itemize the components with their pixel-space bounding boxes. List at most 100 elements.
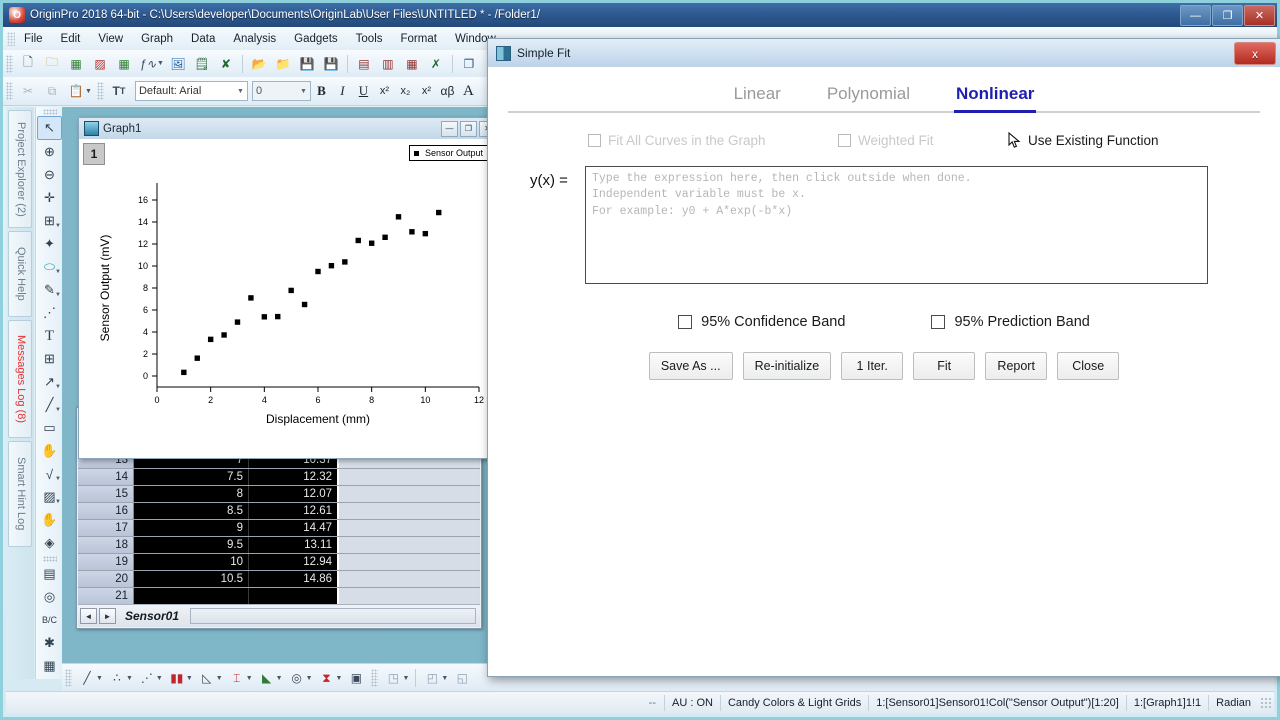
worksheet-horizontal-scrollbar[interactable] — [190, 608, 476, 624]
table-row[interactable]: 21 — [78, 588, 480, 605]
table-row[interactable]: 18 9.5 13.11 — [78, 537, 480, 554]
close-window-button[interactable]: ✕ — [1244, 5, 1275, 26]
sheet-next-button[interactable]: ► — [99, 608, 116, 624]
graph-minimize-button[interactable]: — — [441, 120, 458, 137]
cell-displacement[interactable] — [134, 588, 249, 604]
column-plot-icon[interactable]: ▮▮ — [166, 668, 188, 689]
greek-button[interactable]: αβ — [437, 81, 458, 101]
save-as-button[interactable]: Save As ... — [648, 352, 733, 380]
status-selection[interactable]: 1:[Sensor01]Sensor01!Col("Sensor Output"… — [868, 695, 1126, 711]
use-existing-function-label[interactable]: Use Existing Function — [1028, 133, 1159, 148]
menu-item-edit[interactable]: Edit — [52, 30, 90, 48]
menu-item-analysis[interactable]: Analysis — [224, 30, 285, 48]
one-iteration-button[interactable]: 1 Iter. — [841, 352, 904, 380]
scatter-plot-icon[interactable]: ∴ — [106, 668, 128, 689]
save-project-icon[interactable]: 💾 — [296, 53, 318, 74]
table-tool-icon[interactable]: ▦ — [38, 655, 61, 677]
prediction-band-checkbox[interactable] — [931, 315, 946, 329]
prediction-band-option[interactable]: 95% Prediction Band — [931, 314, 1090, 330]
cell-sensor-output[interactable]: 12.61 — [249, 503, 339, 519]
draw-data-tool-icon[interactable]: ✎ ▼ — [38, 279, 61, 301]
graph-tool-icon[interactable]: ▨ ▼ — [38, 486, 61, 508]
close-button[interactable]: Close — [1057, 352, 1120, 380]
import-wizard-icon[interactable]: ▤ — [353, 53, 375, 74]
cell-displacement[interactable]: 9.5 — [134, 537, 249, 553]
pointer-tool-icon[interactable]: ↖ — [37, 116, 62, 140]
cell-sensor-output[interactable]: 14.86 — [249, 571, 339, 587]
cell-displacement[interactable]: 10 — [134, 554, 249, 570]
use-existing-function-option[interactable]: Use Existing Function — [1008, 131, 1159, 149]
three-d-wire-icon[interactable]: ◱ — [451, 668, 473, 689]
graph-window[interactable]: Graph1 — ❐ ✕ 1 Sensor Output 02468101202… — [78, 117, 500, 459]
graph-maximize-button[interactable]: ❐ — [460, 120, 477, 137]
polar-plot-icon[interactable]: ◎ — [286, 668, 308, 689]
zoom-in-tool-icon[interactable]: ⊕ — [38, 141, 61, 163]
table-row[interactable]: 15 8 12.07 — [78, 486, 480, 503]
save-template-icon[interactable]: 💾 — [320, 53, 342, 74]
regional-mask-tool-icon[interactable]: ⬭ ▼ — [38, 256, 61, 278]
stock-chart-icon[interactable]: ⧗ — [316, 668, 338, 689]
line-plot-icon[interactable]: ╱ — [76, 668, 98, 689]
duplicate-icon[interactable]: ❐ — [458, 53, 480, 74]
menu-grip-handle[interactable] — [7, 31, 15, 46]
menu-item-graph[interactable]: Graph — [132, 30, 182, 48]
arrow-tool-caret-icon[interactable]: ▼ — [55, 384, 61, 390]
import-single-ascii-icon[interactable]: ▥ — [377, 53, 399, 74]
cell-sensor-output[interactable] — [249, 588, 339, 604]
open-project-icon[interactable]: 📂 — [248, 53, 270, 74]
rectangle-tool-icon[interactable]: ▭ — [38, 417, 61, 439]
cut-icon[interactable]: ✂ — [17, 81, 39, 102]
status-window-ref[interactable]: 1:[Graph1]1!1 — [1125, 695, 1208, 711]
menu-item-view[interactable]: View — [89, 30, 132, 48]
line-symbol-plot-icon[interactable]: ⋰ — [136, 668, 158, 689]
sheet-prev-button[interactable]: ◄ — [80, 608, 97, 624]
three-d-plot-icon[interactable]: ▣ — [345, 668, 367, 689]
region-tool-icon[interactable]: ✋ — [38, 440, 61, 462]
data-selector-tool-icon[interactable]: ✦ — [38, 233, 61, 255]
cell-displacement[interactable]: 10.5 — [134, 571, 249, 587]
line-tool-caret-icon[interactable]: ▼ — [55, 407, 61, 413]
equation-tool-icon[interactable]: √ ▼ — [38, 463, 61, 485]
rotate-tool-icon[interactable]: ✋ — [38, 509, 61, 531]
tools-palette-grip[interactable] — [42, 109, 57, 115]
import-excel-icon[interactable]: ✗ — [425, 53, 447, 74]
fit-button[interactable]: Fit — [913, 352, 976, 380]
underline-button[interactable]: U — [353, 81, 374, 101]
bold-button[interactable]: B — [311, 81, 332, 101]
paste-icon[interactable]: 📋 — [65, 81, 87, 102]
row-header[interactable]: 19 — [78, 554, 134, 570]
row-header[interactable]: 21 — [78, 588, 134, 604]
import-multiple-ascii-icon[interactable]: ▦ — [401, 53, 423, 74]
font-size-combobox[interactable]: 0 ▼ — [251, 81, 311, 101]
open-template-icon[interactable]: 📁 — [272, 53, 294, 74]
edit-toolbar-grip[interactable] — [6, 82, 13, 100]
cell-sensor-output[interactable]: 13.11 — [249, 537, 339, 553]
row-header[interactable]: 18 — [78, 537, 134, 553]
screen-reader-tool-icon[interactable]: ✛ — [38, 187, 61, 209]
panel-project-explorer[interactable]: Project Explorer (2) — [8, 110, 32, 228]
box-chart-icon[interactable]: ⌶ — [226, 668, 248, 689]
menu-item-gadgets[interactable]: Gadgets — [285, 30, 346, 48]
scale-in-tool-icon[interactable]: ⋰ — [38, 302, 61, 324]
row-header[interactable]: 15 — [78, 486, 134, 502]
subscript-button[interactable]: x₂ — [395, 81, 416, 101]
data-reader-tool-icon[interactable]: ⊞ ▼ — [38, 210, 61, 232]
row-header[interactable]: 14 — [78, 469, 134, 485]
dialog-close-button[interactable]: x — [1234, 42, 1276, 65]
equation-tool-caret-icon[interactable]: ▼ — [55, 476, 61, 482]
panel-quick-help[interactable]: Quick Help — [8, 231, 32, 317]
panel-messages-log[interactable]: Messages Log (8) — [8, 320, 32, 438]
worksheet-grid[interactable]: 13 7 10.37 14 7.5 12.32 15 8 12.07 16 8.… — [78, 452, 480, 605]
confidence-band-option[interactable]: 95% Confidence Band — [678, 314, 845, 330]
data-reader-caret-icon[interactable]: ▼ — [55, 223, 61, 229]
new-project-icon[interactable]: 🗋 — [17, 53, 39, 74]
row-header[interactable]: 20 — [78, 571, 134, 587]
panel-smart-hint-log[interactable]: Smart Hint Log — [8, 441, 32, 547]
maximize-button[interactable]: ❐ — [1212, 5, 1243, 26]
table-row[interactable]: 14 7.5 12.32 — [78, 469, 480, 486]
asterisk-tool-icon[interactable]: ✱ — [38, 632, 61, 654]
new-matrix-icon[interactable]: ▦ — [113, 53, 135, 74]
simple-fit-dialog[interactable]: Simple Fit x Linear Polynomial Nonlinear… — [487, 38, 1280, 677]
cell-sensor-output[interactable]: 12.94 — [249, 554, 339, 570]
graph-page[interactable]: 1 Sensor Output 0 2 4 6 8 10 12 0 2 4 6 8 10 12 14 16 Di… — [79, 139, 499, 458]
